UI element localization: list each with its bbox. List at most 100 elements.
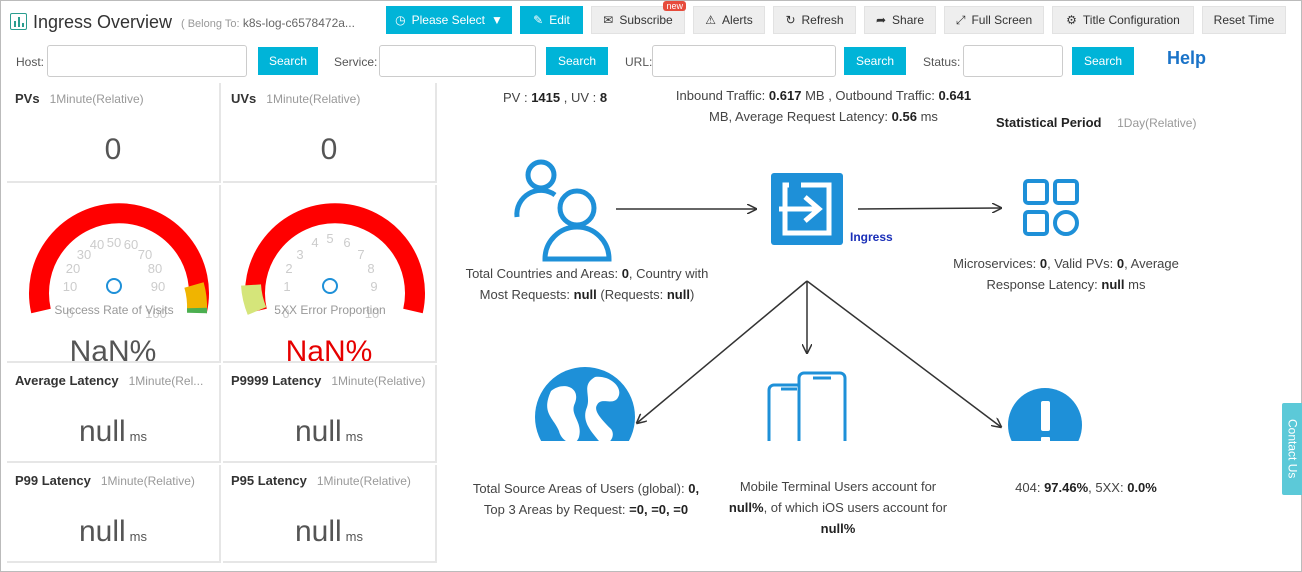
page-title: Ingress Overview (33, 12, 173, 32)
refresh-button[interactable]: ↻ Refresh (773, 6, 856, 34)
source-areas-summary: Total Source Areas of Users (global): 0,… (456, 478, 716, 520)
p9999-unit: ms (345, 429, 364, 444)
microservices-text: ms (1128, 277, 1146, 292)
header-bar: Ingress Overview ( Belong To: k8s-log-c6… (1, 1, 1302, 43)
countries-requests: null (666, 287, 690, 302)
countries-text: ) (689, 287, 695, 302)
belong-to-label: ( Belong To: k8s-log-c6578472a... (181, 16, 355, 30)
refresh-label: Refresh (801, 13, 844, 27)
pvs-period: 1Minute(Relative) (49, 92, 144, 106)
microservices-text: , Valid PVs: (1047, 256, 1114, 271)
p99-unit: ms (129, 529, 148, 544)
errors-text: 404: (1015, 480, 1041, 495)
average-latency-title-text: Average Latency (15, 373, 119, 388)
please-select-dropdown[interactable]: ◷ Please Select ▼ (386, 6, 512, 34)
pencil-icon: ✎ (533, 13, 544, 27)
mail-icon: ✉ (603, 13, 614, 27)
gauge-yellow-arc (184, 282, 208, 312)
status-input[interactable] (963, 45, 1063, 77)
gauge-tick: 40 (90, 237, 104, 252)
share-label: Share (892, 13, 925, 27)
alerts-button[interactable]: ⚠ Alerts (693, 6, 765, 34)
alert-icon: ⚠ (705, 13, 717, 27)
service-input[interactable] (379, 45, 536, 77)
status-search-button[interactable]: Search (1072, 47, 1134, 75)
pv-value: 1415 (531, 90, 561, 105)
mobile-text: Mobile Terminal Users account for (739, 479, 937, 494)
traffic-summary: Inbound Traffic: 0.617 MB , Outbound Tra… (666, 85, 981, 127)
new-badge: new (663, 1, 686, 11)
dashboard-icon (10, 13, 27, 30)
gauge-tick: 5 (326, 231, 333, 246)
countries-text: Most Requests: (479, 287, 570, 302)
microservices-text: Microservices: (953, 256, 1037, 271)
source-areas-text: Total Source Areas of Users (global): (472, 481, 685, 496)
p95-title-text: P95 Latency (231, 473, 307, 488)
success-rate-card: 0 10 20 30 40 50 60 70 80 90 100 Success… (7, 185, 221, 363)
p95-latency-title: P95 Latency 1Minute(Relative) (231, 473, 411, 488)
error-proportion-card: 0 1 2 3 4 5 6 7 8 9 10 5XX Error Proport… (223, 185, 437, 363)
uv-value: 8 (599, 90, 608, 105)
url-search-button[interactable]: Search (844, 47, 906, 75)
p99-number: null (78, 515, 126, 548)
gauge-tick: 8 (367, 261, 374, 276)
gauge-tick: 80 (148, 261, 162, 276)
p99-latency-title: P99 Latency 1Minute(Relative) (15, 473, 195, 488)
subscribe-button[interactable]: ✉ Subscribe new (591, 1, 686, 34)
error-5xx-value: 0.0% (1127, 480, 1157, 495)
gauge-center-dot (322, 278, 338, 294)
p9999-period: 1Minute(Relative) (331, 374, 426, 388)
service-search-button[interactable]: Search (546, 47, 608, 75)
p9999-number: null (294, 415, 342, 448)
help-link[interactable]: Help (1167, 48, 1206, 69)
url-input[interactable] (652, 45, 836, 77)
p95-period: 1Minute(Relative) (316, 474, 411, 488)
uvs-card: UVs 1Minute(Relative) 0 (223, 83, 437, 183)
success-rate-value: NaN% (69, 335, 157, 363)
p95-unit: ms (345, 529, 364, 544)
belong-value: k8s-log-c6578472a... (242, 16, 355, 30)
edit-button[interactable]: ✎ Edit (520, 6, 583, 34)
title-configuration-button[interactable]: ⚙ Title Configuration (1052, 6, 1194, 34)
reset-time-button[interactable]: Reset Time (1202, 6, 1286, 34)
share-button[interactable]: ➦ Share (864, 6, 936, 34)
host-search-button[interactable]: Search (258, 47, 318, 75)
pv-uv-summary: PV : 1415 , UV : 8 (503, 87, 607, 108)
alerts-label: Alerts (722, 13, 753, 27)
url-label: URL: (625, 55, 653, 69)
please-select-label: Please Select (411, 13, 485, 27)
average-latency-title: Average Latency 1Minute(Rel... (15, 373, 203, 388)
reset-time-label: Reset Time (1213, 13, 1275, 27)
globe-icon (535, 367, 635, 441)
microservices-count: 0 (1039, 256, 1048, 271)
belong-prefix: ( Belong To: (181, 18, 240, 30)
mobile-summary: Mobile Terminal Users account for null%,… (713, 476, 963, 539)
p9999-title-text: P9999 Latency (231, 373, 322, 388)
host-input[interactable] (47, 45, 247, 77)
gauge-tick: 20 (66, 261, 80, 276)
gauge-tick: 2 (285, 261, 292, 276)
gauge-tick: 10 (63, 279, 77, 294)
errors-summary: 404: 97.46%, 5XX: 0.0% (986, 477, 1186, 498)
ingress-icon (771, 173, 843, 245)
gauge-center-dot (106, 278, 122, 294)
full-screen-button[interactable]: ⤢ Full Screen (944, 6, 1044, 34)
microservices-text: , Average (1124, 256, 1179, 271)
service-label: Service: (334, 55, 378, 69)
pvs-card: PVs 1Minute(Relative) 0 (7, 83, 221, 183)
countries-summary: Total Countries and Areas: 0, Country wi… (447, 263, 727, 305)
gauge-tick: 70 (138, 247, 152, 262)
p99-period: 1Minute(Relative) (100, 474, 195, 488)
p9999-latency-card: P9999 Latency 1Minute(Relative) null ms (223, 365, 437, 463)
ios-percent: null% (820, 521, 856, 536)
status-label: Status: (923, 55, 961, 69)
gear-icon: ⚙ (1066, 13, 1077, 27)
outbound-value: 0.641 (938, 88, 972, 103)
average-latency-number: null (78, 415, 126, 448)
gauge-tick: 50 (107, 235, 121, 250)
caret-down-icon: ▼ (490, 13, 503, 27)
gauge-tick: 60 (124, 237, 138, 252)
microservices-text: Response Latency: (986, 277, 1098, 292)
contact-us-tab[interactable]: Contact Us (1282, 403, 1302, 495)
share-icon: ➦ (875, 13, 887, 27)
